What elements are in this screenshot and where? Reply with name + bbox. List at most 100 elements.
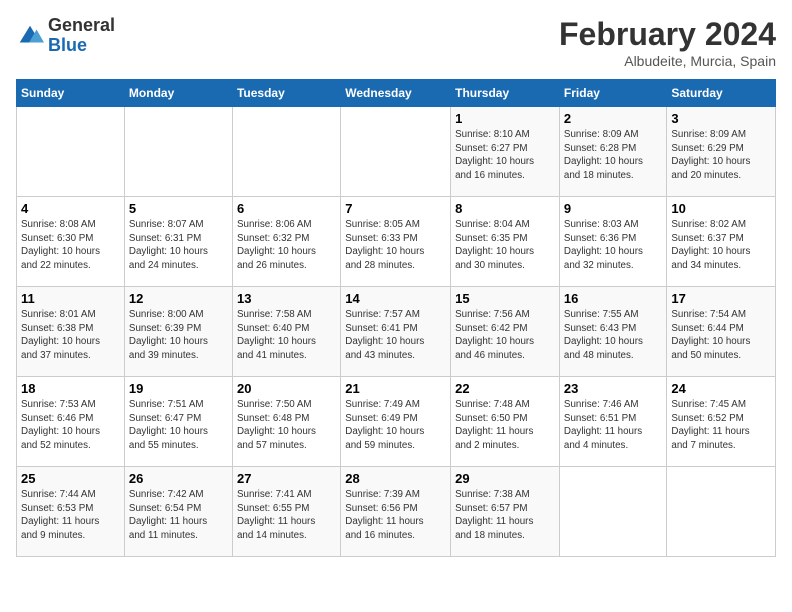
calendar-cell: 29 Sunrise: 7:38 AM Sunset: 6:57 PM Dayli…: [451, 467, 560, 557]
day-info: Sunrise: 8:09 AM Sunset: 6:28 PM Dayligh…: [564, 128, 662, 183]
day-number: 15: [455, 291, 555, 306]
calendar-cell: 15 Sunrise: 7:56 AM Sunset: 6:42 PM Dayli…: [451, 287, 560, 377]
calendar-table: Sunday Monday Tuesday Wednesday Thursday…: [16, 79, 776, 557]
calendar-cell: 24 Sunrise: 7:45 AM Sunset: 6:52 PM Dayli…: [667, 377, 776, 467]
day-number: 21: [345, 381, 446, 396]
day-number: 25: [21, 471, 120, 486]
calendar-cell: [124, 107, 232, 197]
col-thursday: Thursday: [451, 80, 560, 107]
col-monday: Monday: [124, 80, 232, 107]
calendar-cell: 16 Sunrise: 7:55 AM Sunset: 6:43 PM Dayli…: [559, 287, 666, 377]
day-info: Sunrise: 7:38 AM Sunset: 6:57 PM Dayligh…: [455, 488, 555, 543]
calendar-cell: 10 Sunrise: 8:02 AM Sunset: 6:37 PM Dayli…: [667, 197, 776, 287]
location-subtitle: Albudeite, Murcia, Spain: [559, 53, 776, 69]
day-number: 14: [345, 291, 446, 306]
calendar-cell: 5 Sunrise: 8:07 AM Sunset: 6:31 PM Daylig…: [124, 197, 232, 287]
day-number: 18: [21, 381, 120, 396]
week-row-4: 18 Sunrise: 7:53 AM Sunset: 6:46 PM Dayli…: [17, 377, 776, 467]
day-number: 16: [564, 291, 662, 306]
day-number: 8: [455, 201, 555, 216]
day-info: Sunrise: 8:03 AM Sunset: 6:36 PM Dayligh…: [564, 218, 662, 273]
logo-icon: [16, 22, 44, 50]
day-number: 7: [345, 201, 446, 216]
calendar-cell: 27 Sunrise: 7:41 AM Sunset: 6:55 PM Dayli…: [232, 467, 340, 557]
day-info: Sunrise: 8:09 AM Sunset: 6:29 PM Dayligh…: [671, 128, 771, 183]
day-info: Sunrise: 7:53 AM Sunset: 6:46 PM Dayligh…: [21, 398, 120, 453]
week-row-3: 11Sunrise: 8:01 AM Sunset: 6:38 PM Dayli…: [17, 287, 776, 377]
month-title: February 2024: [559, 16, 776, 53]
col-friday: Friday: [559, 80, 666, 107]
day-info: Sunrise: 7:57 AM Sunset: 6:41 PM Dayligh…: [345, 308, 446, 363]
day-number: 9: [564, 201, 662, 216]
day-number: 1: [455, 111, 555, 126]
day-info: Sunrise: 8:02 AM Sunset: 6:37 PM Dayligh…: [671, 218, 771, 273]
calendar-cell: [559, 467, 666, 557]
calendar-cell: 22 Sunrise: 7:48 AM Sunset: 6:50 PM Dayli…: [451, 377, 560, 467]
day-info: Sunrise: 8:10 AM Sunset: 6:27 PM Dayligh…: [455, 128, 555, 183]
day-number: 6: [237, 201, 336, 216]
calendar-cell: 6 Sunrise: 8:06 AM Sunset: 6:32 PM Daylig…: [232, 197, 340, 287]
day-number: 29: [455, 471, 555, 486]
day-info: Sunrise: 7:45 AM Sunset: 6:52 PM Dayligh…: [671, 398, 771, 453]
day-number: 2: [564, 111, 662, 126]
calendar-cell: 9 Sunrise: 8:03 AM Sunset: 6:36 PM Daylig…: [559, 197, 666, 287]
col-tuesday: Tuesday: [232, 80, 340, 107]
calendar-cell: 28 Sunrise: 7:39 AM Sunset: 6:56 PM Dayli…: [341, 467, 451, 557]
day-number: 17: [671, 291, 771, 306]
day-number: 24: [671, 381, 771, 396]
logo-text-general: General: [48, 16, 115, 36]
calendar-cell: 19Sunrise: 7:51 AM Sunset: 6:47 PM Dayli…: [124, 377, 232, 467]
day-number: 26: [129, 471, 228, 486]
day-info: Sunrise: 8:05 AM Sunset: 6:33 PM Dayligh…: [345, 218, 446, 273]
col-sunday: Sunday: [17, 80, 125, 107]
calendar-cell: 11Sunrise: 8:01 AM Sunset: 6:38 PM Dayli…: [17, 287, 125, 377]
calendar-cell: 25 Sunrise: 7:44 AM Sunset: 6:53 PM Dayli…: [17, 467, 125, 557]
day-info: Sunrise: 7:41 AM Sunset: 6:55 PM Dayligh…: [237, 488, 336, 543]
day-info: Sunrise: 7:56 AM Sunset: 6:42 PM Dayligh…: [455, 308, 555, 363]
logo: General Blue: [16, 16, 115, 56]
calendar-cell: 4 Sunrise: 8:08 AM Sunset: 6:30 PM Daylig…: [17, 197, 125, 287]
calendar-cell: 3Sunrise: 8:09 AM Sunset: 6:29 PM Daylig…: [667, 107, 776, 197]
day-number: 12: [129, 291, 228, 306]
day-info: Sunrise: 8:00 AM Sunset: 6:39 PM Dayligh…: [129, 308, 228, 363]
day-number: 27: [237, 471, 336, 486]
day-number: 11: [21, 291, 120, 306]
calendar-cell: [17, 107, 125, 197]
week-row-2: 4 Sunrise: 8:08 AM Sunset: 6:30 PM Daylig…: [17, 197, 776, 287]
calendar-cell: 12 Sunrise: 8:00 AM Sunset: 6:39 PM Dayli…: [124, 287, 232, 377]
day-number: 10: [671, 201, 771, 216]
page-header: General Blue February 2024 Albudeite, Mu…: [16, 16, 776, 69]
day-info: Sunrise: 7:44 AM Sunset: 6:53 PM Dayligh…: [21, 488, 120, 543]
day-info: Sunrise: 7:58 AM Sunset: 6:40 PM Dayligh…: [237, 308, 336, 363]
header-row: Sunday Monday Tuesday Wednesday Thursday…: [17, 80, 776, 107]
day-info: Sunrise: 7:50 AM Sunset: 6:48 PM Dayligh…: [237, 398, 336, 453]
day-info: Sunrise: 7:48 AM Sunset: 6:50 PM Dayligh…: [455, 398, 555, 453]
calendar-cell: [232, 107, 340, 197]
calendar-cell: 2 Sunrise: 8:09 AM Sunset: 6:28 PM Daylig…: [559, 107, 666, 197]
day-info: Sunrise: 7:55 AM Sunset: 6:43 PM Dayligh…: [564, 308, 662, 363]
day-info: Sunrise: 7:46 AM Sunset: 6:51 PM Dayligh…: [564, 398, 662, 453]
day-number: 20: [237, 381, 336, 396]
day-number: 28: [345, 471, 446, 486]
logo-text-blue: Blue: [48, 36, 115, 56]
col-wednesday: Wednesday: [341, 80, 451, 107]
day-info: Sunrise: 7:39 AM Sunset: 6:56 PM Dayligh…: [345, 488, 446, 543]
calendar-cell: 20 Sunrise: 7:50 AM Sunset: 6:48 PM Dayli…: [232, 377, 340, 467]
day-info: Sunrise: 8:04 AM Sunset: 6:35 PM Dayligh…: [455, 218, 555, 273]
day-info: Sunrise: 7:54 AM Sunset: 6:44 PM Dayligh…: [671, 308, 771, 363]
day-number: 13: [237, 291, 336, 306]
calendar-cell: 7 Sunrise: 8:05 AM Sunset: 6:33 PM Daylig…: [341, 197, 451, 287]
day-info: Sunrise: 7:51 AM Sunset: 6:47 PM Dayligh…: [129, 398, 228, 453]
day-number: 4: [21, 201, 120, 216]
day-info: Sunrise: 8:08 AM Sunset: 6:30 PM Dayligh…: [21, 218, 120, 273]
day-number: 5: [129, 201, 228, 216]
calendar-cell: 1 Sunrise: 8:10 AM Sunset: 6:27 PM Daylig…: [451, 107, 560, 197]
day-info: Sunrise: 8:06 AM Sunset: 6:32 PM Dayligh…: [237, 218, 336, 273]
calendar-cell: 13 Sunrise: 7:58 AM Sunset: 6:40 PM Dayli…: [232, 287, 340, 377]
calendar-cell: [341, 107, 451, 197]
calendar-cell: 8 Sunrise: 8:04 AM Sunset: 6:35 PM Daylig…: [451, 197, 560, 287]
day-info: Sunrise: 8:07 AM Sunset: 6:31 PM Dayligh…: [129, 218, 228, 273]
week-row-5: 25 Sunrise: 7:44 AM Sunset: 6:53 PM Dayli…: [17, 467, 776, 557]
title-block: February 2024 Albudeite, Murcia, Spain: [559, 16, 776, 69]
day-number: 22: [455, 381, 555, 396]
